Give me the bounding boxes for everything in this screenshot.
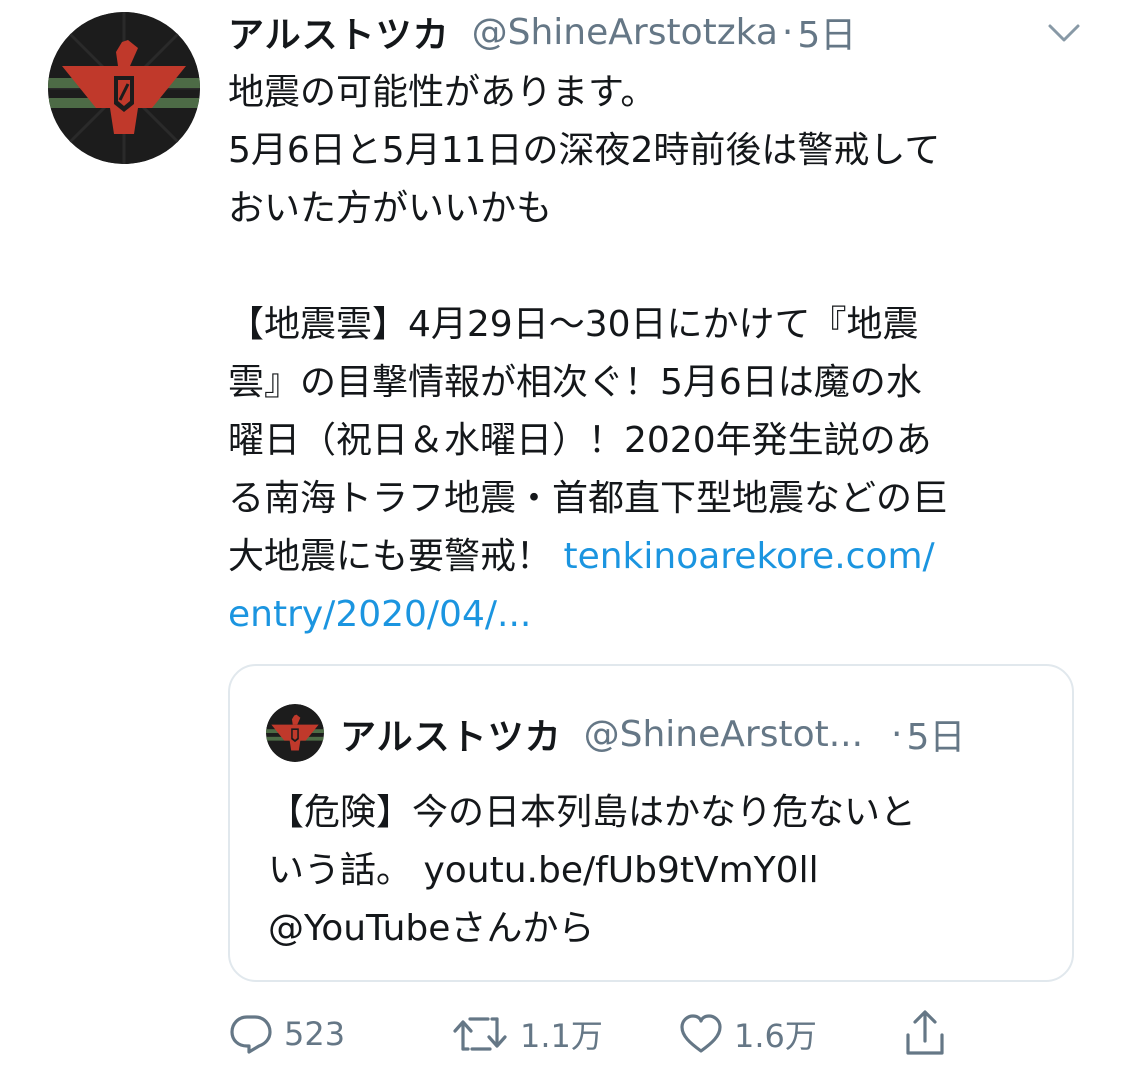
more-options-button[interactable] — [1044, 18, 1084, 48]
tweet-text: 地震の可能性があります。 5月6日と5月11日の深夜2時前後は警戒して おいた方… — [228, 64, 1088, 644]
quoted-tweet-text: 【危険】今の日本列島はかなり危ないと いう話。 youtu.be/fUb9tVm… — [268, 784, 1058, 958]
retweet-icon — [453, 1017, 507, 1051]
tweet-actions: 523 1.1万 1.6万 — [228, 1004, 1088, 1064]
quoted-separator-dot: · — [891, 713, 903, 755]
timestamp[interactable]: 5日 — [797, 6, 856, 58]
share-icon — [906, 1010, 944, 1055]
arstotzka-emblem-icon — [48, 12, 200, 164]
avatar[interactable] — [48, 12, 200, 164]
article-text-line: る南海トラフ地震・首都直下型地震などの巨 — [228, 478, 949, 519]
reply-icon — [230, 1015, 272, 1054]
quoted-display-name: アルストツカ — [340, 717, 562, 758]
quoted-tweet-card[interactable]: アルストツカ @ShineArstot... · 5日 【危険】今の日本列島はか… — [228, 664, 1074, 982]
tweet-text-line: 地震の可能性があります。 — [228, 72, 657, 113]
retweet-count: 1.1万 — [520, 1017, 603, 1055]
quoted-tweet-header: アルストツカ @ShineArstot... · 5日 — [340, 706, 965, 762]
article-text-line: 大地震にも要警戒！ tenkinoarekore.com/ — [228, 528, 1088, 586]
article-text-last: 大地震にも要警戒！ — [228, 536, 564, 577]
quoted-text-line: 【危険】今の日本列島はかなり危ないと — [268, 792, 917, 833]
retweet-button[interactable]: 1.1万 — [450, 1004, 603, 1064]
article-link[interactable]: tenkinoarekore.com/ — [563, 536, 934, 577]
like-button[interactable]: 1.6万 — [678, 1004, 817, 1064]
reply-count: 523 — [284, 1015, 346, 1053]
quoted-user-handle: @ShineArstot... — [583, 713, 864, 755]
user-handle[interactable]: @ShineArstotzka — [472, 12, 778, 53]
separator-dot: · — [781, 11, 794, 53]
arstotzka-emblem-icon — [266, 704, 324, 762]
article-link-continued: entry/2020/04/... — [228, 586, 1088, 644]
quoted-text-line: いう話。 youtu.be/fUb9tVmY0ll — [268, 850, 819, 891]
reply-button[interactable]: 523 — [228, 1004, 345, 1064]
quoted-timestamp: 5日 — [906, 717, 966, 758]
tweet-text-line: おいた方がいいかも — [228, 188, 553, 229]
tweet-text-line: 5月6日と5月11日の深夜2時前後は警戒して — [228, 130, 941, 171]
tweet-header: アルストツカ @ShineArstotzka · 5日 — [228, 4, 856, 60]
display-name[interactable]: アルストツカ — [228, 6, 450, 58]
article-link-path[interactable]: entry/2020/04/... — [228, 594, 531, 635]
heart-icon — [680, 1014, 722, 1053]
like-count: 1.6万 — [734, 1017, 817, 1055]
article-text-line: 雲』の目撃情報が相次ぐ！5月6日は魔の水 — [228, 362, 922, 403]
article-text-line: 【地震雲】4月29日～30日にかけて『地震 — [228, 304, 919, 345]
quoted-text-line: @YouTubeさんから — [268, 908, 595, 949]
quoted-avatar[interactable] — [266, 704, 324, 762]
chevron-down-icon — [1048, 24, 1080, 42]
article-text-line: 曜日（祝日＆水曜日）！2020年発生説のあ — [228, 420, 932, 461]
share-button[interactable] — [902, 1004, 958, 1064]
